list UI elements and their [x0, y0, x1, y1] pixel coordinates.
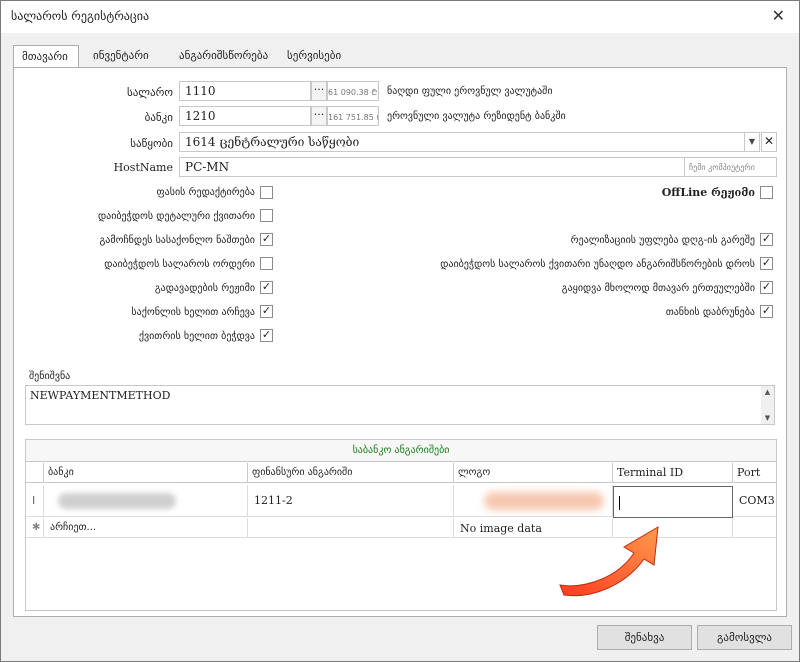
print-cash-order-checkbox[interactable]	[260, 257, 273, 270]
cashbox-note: ნაღდი ფული ეროვნულ ვალუტაში	[387, 86, 553, 97]
memo-scrollbar[interactable]: ▲ ▼	[761, 386, 774, 424]
hostname-label: HostName	[113, 161, 173, 174]
check-label: დაიბეჭდოს დეტალური ქვითარი	[97, 211, 255, 222]
terminal-id-input[interactable]	[613, 486, 733, 518]
refund-checkbox[interactable]: ✓	[760, 305, 773, 318]
bank-note: ეროვნული ვალუტა რეზიდენტ ბანკში	[387, 111, 566, 122]
bank-balance: 161 751.85 ₾	[327, 106, 379, 126]
tab-services[interactable]: სერვისები	[279, 45, 349, 67]
cashbox-input[interactable]: 1110	[179, 81, 311, 101]
bank-label: ბანკი	[144, 111, 173, 124]
hostname-input[interactable]: PC-MN	[179, 157, 685, 177]
annotation-arrow-icon	[559, 526, 659, 597]
close-icon[interactable]: ✕	[772, 6, 785, 25]
row-indicator-header	[26, 463, 44, 483]
bank-cell[interactable]	[44, 485, 248, 517]
check-label: დაიბეჭდოს სალაროს ორდერი	[104, 259, 255, 270]
check-label: გაყიდვა მხოლოდ მთავარ ერთეულებში	[561, 283, 755, 294]
main-units-only-checkbox[interactable]: ✓	[760, 281, 773, 294]
check-label: გადავადების რეჟიმი	[154, 283, 255, 294]
tab-inventory[interactable]: ინვენტარი	[85, 45, 157, 67]
offline-mode-checkbox[interactable]	[760, 186, 773, 199]
title-bar: სალაროს რეგისტრაცია ✕	[1, 1, 799, 33]
window-title: სალაროს რეგისტრაცია	[11, 9, 150, 23]
column-header-logo[interactable]: ლოგო	[454, 463, 613, 483]
column-header-bank[interactable]: ბანკი	[44, 463, 248, 483]
row-indicator: I	[26, 485, 44, 517]
cashless-receipt-checkbox[interactable]: ✓	[760, 257, 773, 270]
dialog-window: სალაროს რეგისტრაცია ✕ მთავარი ინვენტარი …	[0, 0, 800, 662]
check-label: ქვითრის ხელით ბეჭდვა	[138, 331, 255, 342]
tab-main[interactable]: მთავარი	[13, 45, 79, 68]
column-header-terminal-id[interactable]: Terminal ID	[613, 463, 733, 483]
new-row-bank-select[interactable]: არჩიეთ...	[44, 518, 248, 538]
grid-caption: საბანკო ანგარიშები	[26, 440, 776, 462]
deferral-mode-checkbox[interactable]: ✓	[260, 281, 273, 294]
cashbox-balance: 61 090.38 ₾	[327, 81, 379, 101]
check-label: ფასის რედაქტირება	[156, 187, 255, 198]
cashbox-label: სალარო	[126, 86, 173, 99]
exit-button[interactable]: გამოსვლა	[697, 625, 792, 650]
redacted-bank-name	[58, 493, 176, 509]
memo-label: შენიშვნა	[29, 371, 71, 382]
manual-goods-select-checkbox[interactable]: ✓	[260, 305, 273, 318]
detailed-receipt-checkbox[interactable]	[260, 209, 273, 222]
check-label: რეალიზაციის უფლება დღგ-ის გარეშე	[570, 235, 755, 246]
warehouse-select[interactable]: 1614 ცენტრალური საწყობი	[179, 132, 745, 152]
price-edit-checkbox[interactable]	[260, 186, 273, 199]
show-stock-checkbox[interactable]: ✓	[260, 233, 273, 246]
logo-cell[interactable]	[454, 485, 613, 517]
account-cell[interactable]: 1211-2	[248, 485, 454, 517]
check-label: გამოჩნდეს სასაქონლო ნაშთები	[99, 235, 255, 246]
manual-receipt-print-checkbox[interactable]: ✓	[260, 329, 273, 342]
new-row-port-cell[interactable]	[733, 518, 776, 538]
new-row-account-cell[interactable]	[248, 518, 454, 538]
chevron-down-icon[interactable]: ▼	[744, 132, 760, 152]
scroll-up-icon[interactable]: ▲	[761, 388, 774, 396]
check-label: თანხის დაბრუნება	[665, 307, 755, 318]
check-label: OffLine რეჟიმი	[661, 186, 755, 199]
check-label: საქონლის ხელით არჩევა	[131, 307, 255, 318]
column-header-port[interactable]: Port	[733, 463, 776, 483]
warehouse-label: საწყობი	[130, 137, 173, 150]
scroll-down-icon[interactable]: ▼	[761, 414, 774, 422]
my-computer-button[interactable]: ჩემი კომპიუტერი	[685, 157, 777, 177]
bank-browse-button[interactable]: ···	[311, 106, 327, 126]
clear-icon[interactable]: ✕	[761, 132, 777, 152]
memo-text: NEWPAYMENTMETHOD	[30, 389, 171, 402]
new-row-indicator: ✱	[26, 518, 44, 538]
text-caret	[619, 496, 620, 510]
column-header-account[interactable]: ფინანსური ანგარიში	[248, 463, 454, 483]
cashbox-browse-button[interactable]: ···	[311, 81, 327, 101]
port-cell[interactable]: COM3	[733, 485, 776, 517]
tab-settlement[interactable]: ანგარიშსწორება	[171, 45, 276, 67]
memo-textarea[interactable]: NEWPAYMENTMETHOD ▲ ▼	[25, 385, 775, 425]
redacted-logo	[484, 492, 604, 510]
bank-input[interactable]: 1210	[179, 106, 311, 126]
check-label: დაიბეჭდოს სალაროს ქვითარი უნაღდო ანგარიშ…	[440, 259, 755, 270]
sale-without-vat-checkbox[interactable]: ✓	[760, 233, 773, 246]
save-button[interactable]: შენახვა	[597, 625, 692, 650]
